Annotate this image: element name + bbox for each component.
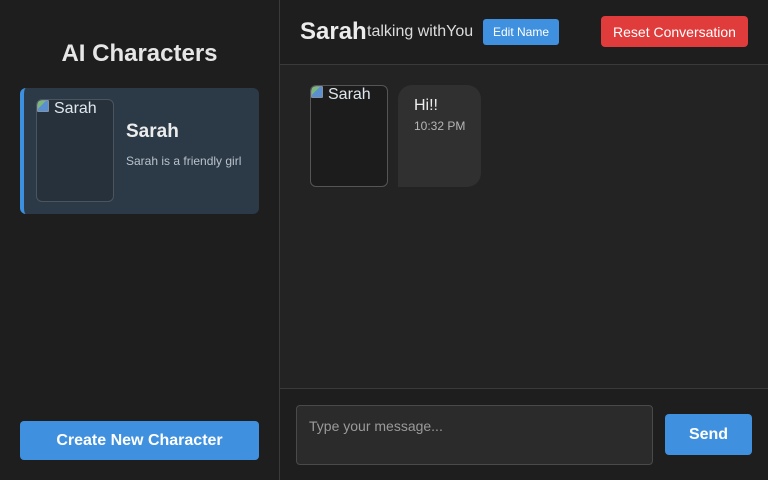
message-avatar-alt: Sarah (328, 86, 371, 103)
send-button[interactable]: Send (665, 414, 752, 455)
message-text: Hi!! (414, 97, 438, 114)
message-list[interactable]: Sarah Hi!! 10:32 PM (280, 65, 768, 388)
message-composer: Send (280, 388, 768, 480)
character-avatar: Sarah (36, 99, 114, 202)
reset-conversation-button[interactable]: Reset Conversation (601, 16, 748, 47)
character-avatar-alt: Sarah (54, 100, 97, 117)
broken-image-icon (37, 100, 49, 112)
message-input[interactable] (296, 405, 653, 465)
character-description: Sarah is a friendly girl (126, 154, 242, 168)
message-timestamp: 10:32 PM (414, 119, 466, 133)
chat-subtitle: talking withYou (367, 23, 474, 40)
character-name: Sarah (126, 121, 179, 142)
message-bubble: Hi!! 10:32 PM (398, 85, 481, 187)
chat-header: Sarah talking withYou Edit Name Reset Co… (280, 0, 768, 65)
message-avatar: Sarah (310, 85, 388, 187)
chat-character-name: Sarah (300, 18, 367, 45)
character-sidebar: AI Characters Sarah Sarah Sarah is a fri… (0, 0, 280, 480)
edit-name-button[interactable]: Edit Name (483, 19, 559, 45)
broken-image-icon (311, 86, 323, 98)
sidebar-title: AI Characters (61, 40, 218, 67)
create-character-button[interactable]: Create New Character (20, 421, 259, 460)
character-card-sarah[interactable]: Sarah Sarah Sarah is a friendly girl (20, 88, 259, 214)
